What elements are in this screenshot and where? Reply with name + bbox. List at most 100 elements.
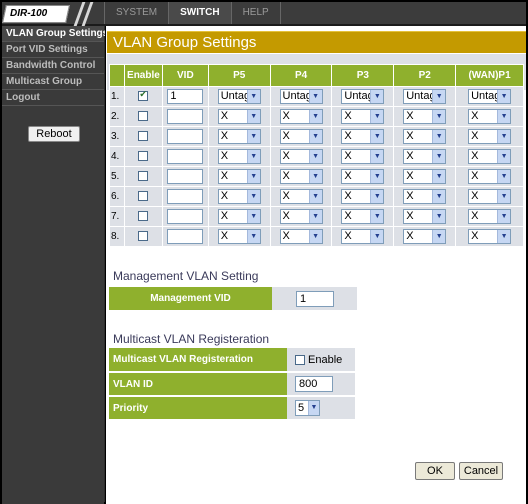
port-p5-select[interactable]: X ▼ [217,129,261,144]
reboot-button[interactable]: Reboot [28,126,80,142]
port-p3-select[interactable]: X ▼ [341,149,385,164]
port-wan-p1-select[interactable]: X ▼ [468,209,512,224]
chevron-down-icon: ▼ [308,130,322,143]
port-p4-select[interactable]: X ▼ [279,149,323,164]
port-p5-select[interactable]: Untag ▼ [217,89,261,104]
cancel-button[interactable]: Cancel [459,462,503,480]
vid-input[interactable] [167,209,204,224]
port-p5-select[interactable]: X ▼ [217,109,261,124]
port-p2-select[interactable]: Untag ▼ [403,89,447,104]
enable-checkbox[interactable] [138,171,149,182]
tab-switch[interactable]: SWITCH [168,2,231,24]
port-wan-p1-select[interactable]: X ▼ [468,189,512,204]
port-wan-p1-select[interactable]: X ▼ [468,229,512,244]
port-p4-select[interactable]: X ▼ [279,209,323,224]
port-cell-p3: X ▼ [331,226,395,247]
vid-input[interactable] [167,149,204,164]
port-p4-select[interactable]: X ▼ [279,189,323,204]
vlan-id-cell: 800 [287,372,355,397]
enable-checkbox[interactable] [138,191,149,202]
port-p3-select[interactable]: Untag ▼ [341,89,385,104]
chevron-down-icon: ▼ [246,90,260,103]
priority-select[interactable]: 5 ▼ [295,400,320,416]
enable-checkbox[interactable] [138,131,149,142]
port-p2-select[interactable]: X ▼ [403,189,447,204]
sidebar-item-vlan-group-settings[interactable]: VLAN Group Settings [2,26,108,42]
port-cell-p2: Untag ▼ [393,86,457,107]
port-p5-select[interactable]: X ▼ [217,189,261,204]
vid-input[interactable] [167,129,204,144]
port-wan-p1-select[interactable]: X ▼ [468,109,512,124]
port-p5-select[interactable]: X ▼ [217,149,261,164]
sidebar-item-logout[interactable]: Logout [2,90,104,106]
chevron-down-icon: ▼ [432,130,446,143]
enable-checkbox[interactable] [138,151,149,162]
port-cell-p2: X ▼ [393,106,457,127]
port-p2-select[interactable]: X ▼ [403,109,447,124]
column-header-number [109,64,125,87]
vid-cell [161,126,209,147]
port-select-value: X [406,170,414,182]
port-select-value: X [344,170,352,182]
port-select-value: X [471,170,479,182]
ok-button[interactable]: OK [415,462,455,480]
page-title: VLAN Group Settings [113,34,257,51]
chevron-down-icon: ▼ [432,150,446,163]
port-p2-select[interactable]: X ▼ [403,149,447,164]
port-p4-select[interactable]: X ▼ [279,129,323,144]
multicast-enable-checkbox[interactable] [295,354,305,365]
port-p2-select[interactable]: X ▼ [403,209,447,224]
priority-row: Priority 5 ▼ [109,396,355,421]
sidebar-item-bandwidth-control[interactable]: Bandwidth Control [2,58,104,74]
management-vid-input[interactable]: 1 [296,290,334,307]
vid-cell [161,206,209,227]
table-row: 2. X ▼ X ▼ X ▼ X ▼ X ▼ [109,106,524,127]
port-cell-p4: Untag ▼ [269,86,333,107]
port-p4-select[interactable]: X ▼ [279,229,323,244]
vlan-id-row: VLAN ID 800 [109,372,355,397]
port-p4-select[interactable]: X ▼ [279,169,323,184]
port-p3-select[interactable]: X ▼ [341,189,385,204]
tab-system[interactable]: SYSTEM [104,2,168,24]
port-p5-select[interactable]: X ▼ [217,229,261,244]
table-row: 1.1Untag▼Untag▼Untag▼Untag▼Untag▼ [109,86,524,107]
port-p2-select[interactable]: X ▼ [403,129,447,144]
vid-input[interactable]: 1 [167,89,204,104]
port-p2-select[interactable]: X ▼ [403,229,447,244]
row-number: 3. [109,126,125,147]
port-p4-select[interactable]: X ▼ [279,109,323,124]
port-select-value: Untag [344,90,374,102]
sidebar-item-port-vid-settings[interactable]: Port VID Settings [2,42,104,58]
port-wan-p1-select[interactable]: X ▼ [468,169,512,184]
vid-cell [161,186,209,207]
enable-cell [123,126,163,147]
port-p5-select[interactable]: X ▼ [217,209,261,224]
port-p3-select[interactable]: X ▼ [341,129,385,144]
port-cell-p2: X ▼ [393,126,457,147]
enable-checkbox[interactable] [138,231,149,242]
port-wan-p1-select[interactable]: X ▼ [468,129,512,144]
enable-checkbox[interactable] [138,111,149,122]
enable-checkbox[interactable] [138,211,149,222]
tab-help[interactable]: HELP [230,2,281,24]
port-p5-select[interactable]: X ▼ [217,169,261,184]
port-p2-select[interactable]: X ▼ [403,169,447,184]
port-wan-p1-select[interactable]: Untag ▼ [468,89,512,104]
vlan-id-input[interactable]: 800 [295,376,333,392]
port-p3-select[interactable]: X ▼ [341,109,385,124]
vid-cell [161,226,209,247]
port-cell-wan-p1: X ▼ [455,226,524,247]
vid-input[interactable] [167,169,204,184]
enable-checkbox[interactable] [138,89,149,102]
port-wan-p1-select[interactable]: X ▼ [468,149,512,164]
port-cell-p4: X ▼ [269,226,333,247]
chevron-down-icon: ▼ [497,190,511,203]
vid-input[interactable] [167,229,204,244]
vid-input[interactable] [167,189,204,204]
vid-input[interactable] [167,109,204,124]
port-p3-select[interactable]: X ▼ [341,229,385,244]
port-p3-select[interactable]: X ▼ [341,169,385,184]
sidebar-item-multicast-group[interactable]: Multicast Group [2,74,104,90]
port-p4-select[interactable]: Untag ▼ [279,89,323,104]
port-p3-select[interactable]: X ▼ [341,209,385,224]
